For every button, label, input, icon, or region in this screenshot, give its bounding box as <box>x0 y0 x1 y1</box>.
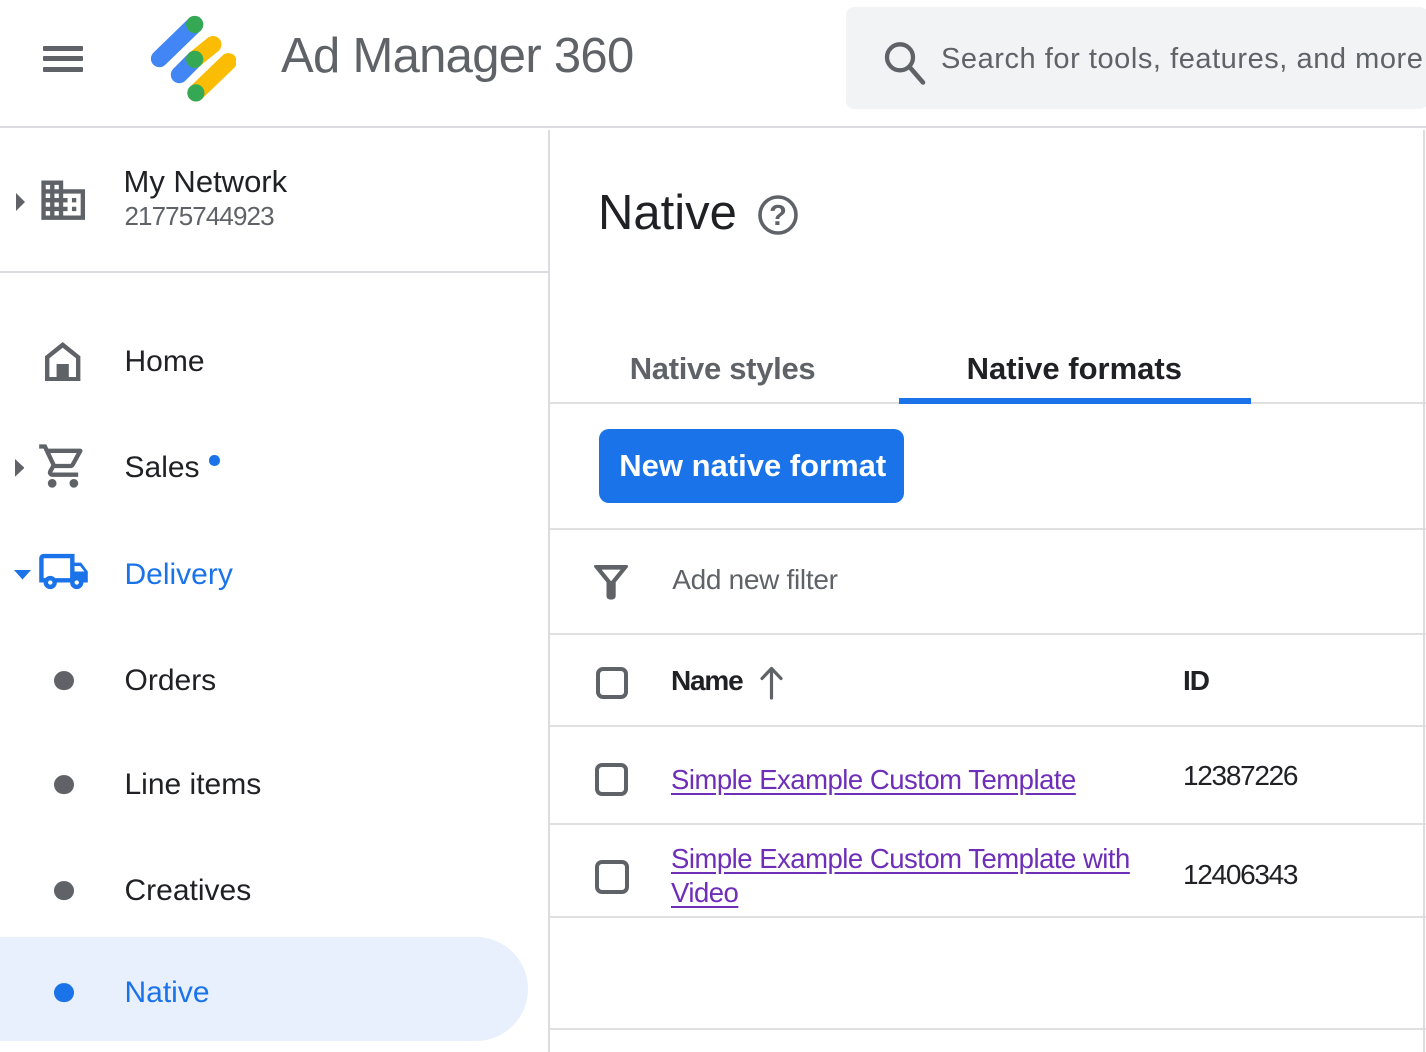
svg-text:?: ? <box>769 200 787 232</box>
